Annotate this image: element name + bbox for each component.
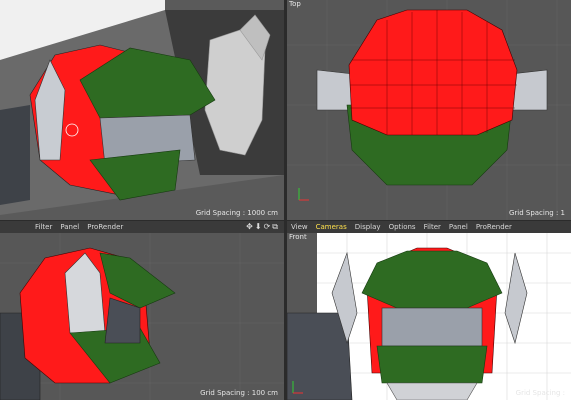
viewport-front[interactable]: View Cameras Display Options Filter Pane… (287, 221, 571, 400)
menu-display[interactable]: Display (355, 221, 381, 233)
menu-view[interactable]: View (291, 221, 308, 233)
menu-prorender[interactable]: ProRender (476, 221, 512, 233)
viewport-perspective[interactable]: Grid Spacing : 1000 cm (0, 0, 284, 220)
menu-cameras[interactable]: Cameras (316, 221, 347, 233)
viewport-menu-front: View Cameras Display Options Filter Pane… (287, 221, 571, 233)
viewport-menu-right: Filter Panel ProRender (0, 221, 284, 233)
viewport-right[interactable]: Filter Panel ProRender ✥⬇⟳⧉ Grid Spacing… (0, 221, 284, 400)
viewport-nav-icons[interactable]: ✥⬇⟳⧉ (246, 222, 280, 232)
grid-spacing-front: Grid Spacing : (515, 389, 565, 397)
front-scene (287, 233, 571, 400)
axis-gizmo (298, 188, 309, 201)
viewport-label-top: Top (289, 0, 301, 8)
helmet-side-view (19, 247, 176, 384)
right-scene (0, 233, 284, 400)
top-scene (287, 0, 571, 220)
menu-panel[interactable]: Panel (60, 221, 79, 233)
menu-panel[interactable]: Panel (449, 221, 468, 233)
menu-filter[interactable]: Filter (35, 221, 52, 233)
menu-prorender[interactable]: ProRender (87, 221, 123, 233)
grid-spacing-perspective: Grid Spacing : 1000 cm (195, 209, 278, 217)
viewport-top[interactable]: Top Grid Spacing : 1 (287, 0, 571, 220)
menu-filter[interactable]: Filter (424, 221, 441, 233)
perspective-scene (0, 0, 284, 215)
helmet-top-view (316, 9, 548, 186)
menu-options[interactable]: Options (389, 221, 416, 233)
grid-spacing-top: Grid Spacing : 1 (508, 209, 565, 217)
grid-spacing-right: Grid Spacing : 100 cm (200, 389, 278, 397)
